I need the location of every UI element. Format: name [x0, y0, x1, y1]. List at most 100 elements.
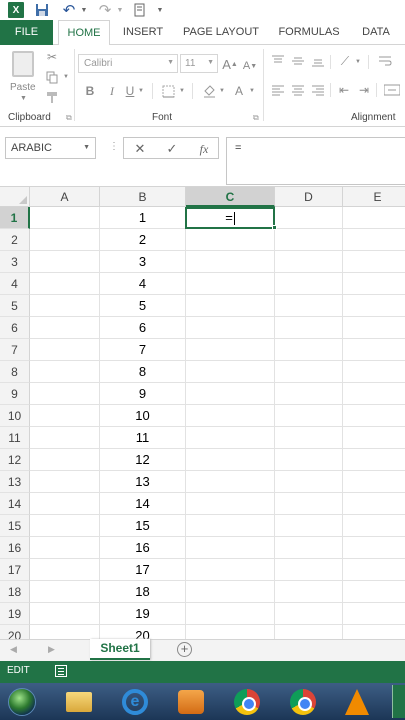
cell-c8[interactable] [186, 361, 275, 383]
cell-b5[interactable]: 5 [100, 295, 186, 317]
paste-button-label[interactable]: Paste [10, 82, 36, 93]
cell-b17[interactable]: 17 [100, 559, 186, 581]
cell-d18[interactable] [275, 581, 343, 603]
row-header[interactable]: 16 [0, 537, 30, 559]
cell-b15[interactable]: 15 [100, 515, 186, 537]
row-header[interactable]: 15 [0, 515, 30, 537]
decrease-indent-icon[interactable]: ⇤ [336, 82, 352, 98]
cell-a17[interactable] [30, 559, 100, 581]
cell-e13[interactable] [343, 471, 405, 493]
middle-align-icon[interactable] [290, 53, 306, 69]
cell-e7[interactable] [343, 339, 405, 361]
undo-dropdown-icon[interactable]: ▼ [80, 1, 88, 19]
format-painter-icon[interactable] [44, 89, 60, 105]
column-header-b[interactable]: B [100, 187, 186, 207]
paste-dropdown-icon[interactable]: ▼ [20, 95, 27, 102]
redo-icon[interactable]: ↷ [96, 1, 114, 19]
row-header[interactable]: 17 [0, 559, 30, 581]
cell-a1[interactable] [30, 207, 100, 229]
cell-c13[interactable] [186, 471, 275, 493]
previous-sheet-icon[interactable]: ◀ [10, 644, 17, 655]
cell-b3[interactable]: 3 [100, 251, 186, 273]
cell-c2[interactable] [186, 229, 275, 251]
cell-b20[interactable]: 20 [100, 625, 186, 639]
taskbar-chrome-2[interactable] [286, 685, 320, 718]
cell-e8[interactable] [343, 361, 405, 383]
cell-e5[interactable] [343, 295, 405, 317]
cell-d3[interactable] [275, 251, 343, 273]
cell-c12[interactable] [186, 449, 275, 471]
enter-icon[interactable]: ✓ [160, 140, 184, 158]
taskbar-internet-explorer[interactable]: e [118, 685, 152, 718]
copy-dropdown-icon[interactable]: ▼ [62, 72, 70, 82]
row-header[interactable]: 12 [0, 449, 30, 471]
row-header[interactable]: 10 [0, 405, 30, 427]
column-header-d[interactable]: D [275, 187, 343, 207]
cell-b14[interactable]: 14 [100, 493, 186, 515]
start-button[interactable] [5, 685, 39, 718]
cell-c16[interactable] [186, 537, 275, 559]
wrap-text-icon[interactable] [376, 53, 394, 69]
redo-dropdown-icon[interactable]: ▼ [116, 1, 124, 19]
row-header[interactable]: 14 [0, 493, 30, 515]
cell-b18[interactable]: 18 [100, 581, 186, 603]
cell-d2[interactable] [275, 229, 343, 251]
font-color-icon[interactable]: A [232, 82, 246, 100]
cell-a8[interactable] [30, 361, 100, 383]
row-header[interactable]: 4 [0, 273, 30, 295]
cell-d7[interactable] [275, 339, 343, 361]
cell-d20[interactable] [275, 625, 343, 639]
worksheet-grid[interactable]: A B C D E 1 1 = 2 2 3 3 4 4 5 5 6 6 7 7 8 8 9 9 10 10 11 11 12 12 13 13… [0, 187, 405, 639]
select-all-button[interactable] [0, 187, 30, 207]
insert-function-icon[interactable]: fx [192, 140, 216, 158]
cell-b7[interactable]: 7 [100, 339, 186, 361]
cell-a13[interactable] [30, 471, 100, 493]
row-header[interactable]: 7 [0, 339, 30, 361]
clipboard-launcher-icon[interactable]: ⧉ [66, 113, 72, 123]
cell-d16[interactable] [275, 537, 343, 559]
grow-font-icon[interactable]: A ▲ [222, 55, 238, 73]
borders-dropdown-icon[interactable]: ▼ [178, 85, 186, 97]
tab-insert[interactable]: INSERT [118, 20, 168, 45]
taskbar-vlc[interactable] [340, 685, 374, 718]
cell-a12[interactable] [30, 449, 100, 471]
sheet-tab-sheet1[interactable]: Sheet1 [90, 639, 150, 660]
cell-b2[interactable]: 2 [100, 229, 186, 251]
cell-a10[interactable] [30, 405, 100, 427]
tab-page-layout[interactable]: PAGE LAYOUT [180, 20, 262, 45]
cell-d14[interactable] [275, 493, 343, 515]
cell-e18[interactable] [343, 581, 405, 603]
cell-b10[interactable]: 10 [100, 405, 186, 427]
cell-b12[interactable]: 12 [100, 449, 186, 471]
cell-e3[interactable] [343, 251, 405, 273]
taskbar-chrome[interactable] [230, 685, 264, 718]
formula-bar-grip-icon[interactable]: ⋮ [109, 141, 119, 152]
cell-c9[interactable] [186, 383, 275, 405]
underline-button[interactable]: U [122, 82, 138, 100]
cell-d12[interactable] [275, 449, 343, 471]
cell-a16[interactable] [30, 537, 100, 559]
cell-a11[interactable] [30, 427, 100, 449]
row-header[interactable]: 8 [0, 361, 30, 383]
row-header[interactable]: 18 [0, 581, 30, 603]
tab-home[interactable]: HOME [58, 20, 110, 46]
cell-d19[interactable] [275, 603, 343, 625]
cell-b8[interactable]: 8 [100, 361, 186, 383]
row-header[interactable]: 19 [0, 603, 30, 625]
taskbar-explorer[interactable] [62, 685, 96, 718]
cell-e14[interactable] [343, 493, 405, 515]
cell-e6[interactable] [343, 317, 405, 339]
name-box[interactable]: ARABIC ▼ [5, 137, 96, 159]
cell-e20[interactable] [343, 625, 405, 639]
cell-b4[interactable]: 4 [100, 273, 186, 295]
cell-c15[interactable] [186, 515, 275, 537]
print-preview-icon[interactable] [132, 1, 148, 19]
increase-indent-icon[interactable]: ⇥ [356, 82, 372, 98]
cell-e2[interactable] [343, 229, 405, 251]
font-name-dropdown-icon[interactable]: ▼ [167, 59, 174, 66]
cell-a3[interactable] [30, 251, 100, 273]
cell-a2[interactable] [30, 229, 100, 251]
bold-button[interactable]: B [82, 82, 98, 100]
tab-formulas[interactable]: FORMULAS [274, 20, 344, 45]
cell-a4[interactable] [30, 273, 100, 295]
